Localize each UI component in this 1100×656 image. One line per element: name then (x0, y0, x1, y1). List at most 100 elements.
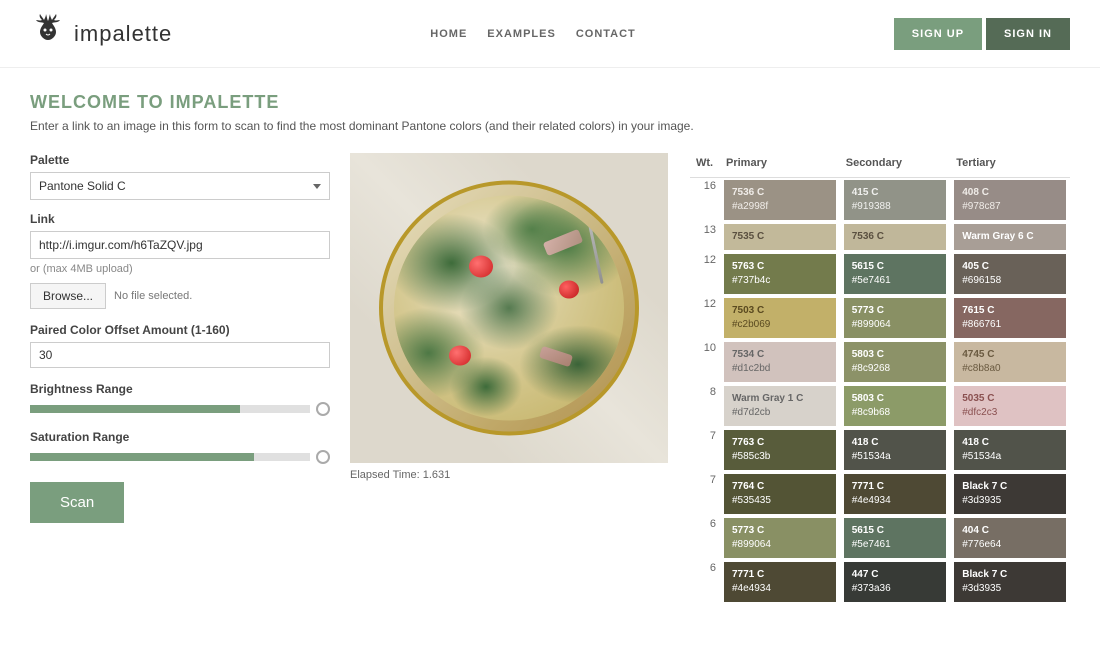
secondary-swatch: 415 C#919388 (844, 180, 947, 220)
page-title: WELCOME TO IMPALETTE (30, 92, 1070, 113)
primary-cell: 7536 C#a2998f (720, 178, 840, 223)
tertiary-cell: 418 C#51534a (950, 428, 1070, 472)
weight-cell: 10 (690, 340, 720, 384)
weight-cell: 16 (690, 178, 720, 223)
primary-swatch: 7771 C#4e4934 (724, 562, 836, 602)
header-secondary: Secondary (840, 153, 951, 178)
primary-swatch: 7535 C (724, 224, 836, 250)
table-row: 7 7763 C#585c3b 418 C#51534a 418 C#51534… (690, 428, 1070, 472)
table-row: 12 5763 C#737b4c 5615 C#5e7461 405 C#696… (690, 252, 1070, 296)
tertiary-cell: Warm Gray 6 C (950, 222, 1070, 252)
weight-cell: 8 (690, 384, 720, 428)
scan-button[interactable]: Scan (30, 482, 124, 523)
tertiary-cell: Black 7 C#3d3935 (950, 472, 1070, 516)
auth-buttons: SIGN UP SIGN IN (894, 18, 1070, 50)
primary-swatch: 5763 C#737b4c (724, 254, 836, 294)
nav-contact[interactable]: CONTACT (576, 28, 636, 40)
logo-icon (30, 12, 66, 55)
color-table-panel: Wt. Primary Secondary Tertiary 16 7536 C… (690, 153, 1070, 604)
primary-cell: Warm Gray 1 C#d7d2cb (720, 384, 840, 428)
table-row: 13 7535 C 7536 C Warm Gray 6 C (690, 222, 1070, 252)
color-table: Wt. Primary Secondary Tertiary 16 7536 C… (690, 153, 1070, 604)
secondary-cell: 415 C#919388 (840, 178, 951, 223)
tertiary-swatch: 4745 C#c8b8a0 (954, 342, 1066, 382)
nav-home[interactable]: HOME (430, 28, 467, 40)
table-row: 8 Warm Gray 1 C#d7d2cb 5803 C#8c9b68 503… (690, 384, 1070, 428)
secondary-swatch: 5803 C#8c9268 (844, 342, 947, 382)
secondary-cell: 447 C#373a36 (840, 560, 951, 604)
primary-swatch: 7534 C#d1c2bd (724, 342, 836, 382)
secondary-cell: 5773 C#899064 (840, 296, 951, 340)
page-subtitle: Enter a link to an image in this form to… (30, 119, 1070, 133)
secondary-cell: 5803 C#8c9268 (840, 340, 951, 384)
nav-examples[interactable]: EXAMPLES (487, 28, 556, 40)
primary-cell: 7764 C#535435 (720, 472, 840, 516)
weight-cell: 12 (690, 296, 720, 340)
image-panel: Elapsed Time: 1.631 (350, 153, 670, 604)
table-row: 12 7503 C#c2b069 5773 C#899064 7615 C#86… (690, 296, 1070, 340)
primary-swatch: 7503 C#c2b069 (724, 298, 836, 338)
header-tertiary: Tertiary (950, 153, 1070, 178)
weight-cell: 7 (690, 472, 720, 516)
brightness-thumb[interactable] (316, 402, 330, 416)
primary-swatch: 7763 C#585c3b (724, 430, 836, 470)
weight-cell: 7 (690, 428, 720, 472)
file-upload-row: Browse... No file selected. (30, 283, 330, 309)
secondary-cell: 7771 C#4e4934 (840, 472, 951, 516)
header-wt: Wt. (690, 153, 720, 178)
primary-cell: 5763 C#737b4c (720, 252, 840, 296)
signup-button[interactable]: SIGN UP (894, 18, 982, 50)
signin-button[interactable]: SIGN IN (986, 18, 1070, 50)
main-nav: HOME EXAMPLES CONTACT (430, 28, 635, 40)
table-row: 16 7536 C#a2998f 415 C#919388 408 C#978c… (690, 178, 1070, 223)
primary-swatch: Warm Gray 1 C#d7d2cb (724, 386, 836, 426)
tertiary-swatch: 404 C#776e64 (954, 518, 1066, 558)
saturation-range[interactable] (30, 450, 330, 464)
left-panel: Palette Pantone Solid C Pantone Solid U … (30, 153, 330, 604)
tertiary-cell: 408 C#978c87 (950, 178, 1070, 223)
primary-swatch: 5773 C#899064 (724, 518, 836, 558)
weight-cell: 13 (690, 222, 720, 252)
brightness-track (30, 405, 310, 413)
tertiary-cell: Black 7 C#3d3935 (950, 560, 1070, 604)
tertiary-swatch: 7615 C#866761 (954, 298, 1066, 338)
brightness-range[interactable] (30, 402, 330, 416)
saturation-fill (30, 453, 254, 461)
primary-cell: 7771 C#4e4934 (720, 560, 840, 604)
tertiary-swatch: 418 C#51534a (954, 430, 1066, 470)
link-input[interactable] (30, 231, 330, 259)
secondary-swatch: 418 C#51534a (844, 430, 947, 470)
tertiary-cell: 4745 C#c8b8a0 (950, 340, 1070, 384)
primary-cell: 7534 C#d1c2bd (720, 340, 840, 384)
brightness-fill (30, 405, 240, 413)
brightness-label: Brightness Range (30, 382, 330, 396)
file-name-label: No file selected. (114, 290, 192, 302)
palette-select[interactable]: Pantone Solid C Pantone Solid U Pantone … (30, 172, 330, 200)
food-image-inner (350, 153, 668, 463)
or-upload-text: or (max 4MB upload) (30, 263, 330, 275)
offset-input[interactable] (30, 342, 330, 368)
secondary-swatch: 5615 C#5e7461 (844, 518, 947, 558)
logo: impalette (30, 12, 172, 55)
saturation-thumb[interactable] (316, 450, 330, 464)
palette-label: Palette (30, 153, 330, 167)
logo-text: impalette (74, 21, 172, 47)
link-label: Link (30, 212, 330, 226)
secondary-swatch: 5615 C#5e7461 (844, 254, 947, 294)
tertiary-swatch: Warm Gray 6 C (954, 224, 1066, 250)
browse-button[interactable]: Browse... (30, 283, 106, 309)
tertiary-swatch: 408 C#978c87 (954, 180, 1066, 220)
tertiary-cell: 405 C#696158 (950, 252, 1070, 296)
header: impalette HOME EXAMPLES CONTACT SIGN UP … (0, 0, 1100, 68)
secondary-cell: 5615 C#5e7461 (840, 252, 951, 296)
food-image (350, 153, 668, 463)
primary-swatch: 7764 C#535435 (724, 474, 836, 514)
weight-cell: 6 (690, 560, 720, 604)
header-primary: Primary (720, 153, 840, 178)
secondary-cell: 7536 C (840, 222, 951, 252)
secondary-cell: 418 C#51534a (840, 428, 951, 472)
tertiary-swatch: Black 7 C#3d3935 (954, 562, 1066, 602)
secondary-swatch: 7536 C (844, 224, 947, 250)
secondary-cell: 5803 C#8c9b68 (840, 384, 951, 428)
secondary-swatch: 7771 C#4e4934 (844, 474, 947, 514)
